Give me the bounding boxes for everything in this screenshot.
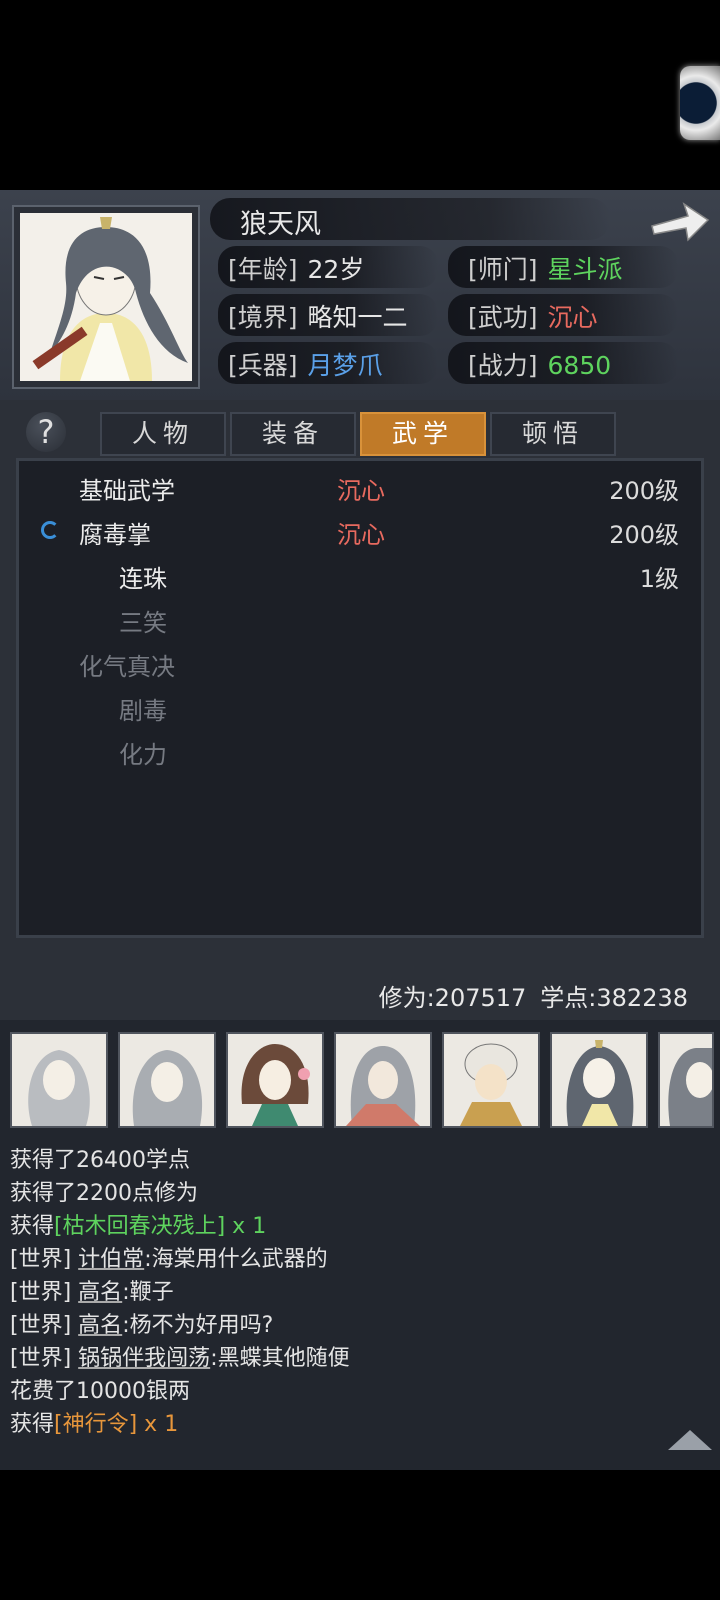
martial-field: [武功] 沉心: [468, 298, 598, 334]
chat-line: [世界] 高名:杨不为好用吗?: [10, 1307, 273, 1339]
skill-row[interactable]: 腐毒掌 沉心 200级: [19, 511, 701, 551]
sect-label: [师门]: [468, 255, 538, 284]
martial-label: [武功]: [468, 303, 538, 332]
log-line: 花费了10000银两: [10, 1379, 190, 1404]
power-field: [战力] 6850: [468, 346, 611, 382]
skill-row[interactable]: 连珠 1级: [19, 555, 701, 595]
channel-tag: [世界]: [10, 1247, 72, 1272]
tab-equipment[interactable]: 装备: [230, 412, 356, 456]
skill-name: 腐毒掌: [79, 521, 151, 549]
skill-style: 沉心: [337, 521, 385, 549]
character-name: 狼天风: [240, 209, 321, 240]
skill-points-value: 学点:382238: [540, 984, 688, 1012]
chat-area: 获得了26400学点 获得了2200点修为 获得[枯木回春决残上] x 1 [世…: [0, 1020, 720, 1470]
log-line: 获得了2200点修为: [10, 1181, 198, 1206]
companion-avatar[interactable]: [658, 1032, 714, 1128]
channel-tag: [世界]: [10, 1280, 72, 1305]
log-line: 获得了26400学点: [10, 1148, 190, 1173]
realm-field: [境界] 略知一二: [228, 298, 408, 334]
player-name[interactable]: 高名: [78, 1313, 122, 1338]
skill-list: 基础武学 沉心 200级 腐毒掌 沉心 200级 连珠 1级 三笑 化气真决 剧…: [16, 458, 704, 938]
log-line: 获得[枯木回春决残上] x 1: [10, 1208, 266, 1240]
skill-row[interactable]: 化力: [19, 731, 701, 771]
skill-level: 1级: [639, 565, 679, 593]
character-header: 狼天风 [年龄] 22岁 [师门] 星斗派 [境界] 略知一二 [武功] 沉心 [兵器]…: [0, 190, 720, 400]
age-value: 22岁: [307, 255, 365, 284]
item-quantity: x 1: [137, 1412, 179, 1437]
skill-style: 沉心: [337, 477, 385, 505]
skill-name: 基础武学: [79, 477, 175, 505]
sect-value[interactable]: 星斗派: [548, 255, 623, 284]
skill-row[interactable]: 剧毒: [19, 687, 701, 727]
realm-label: [境界]: [228, 303, 298, 332]
player-name[interactable]: 计伯常: [78, 1247, 144, 1272]
next-arrow-icon[interactable]: [648, 200, 710, 244]
item-link[interactable]: [枯木回春决残上]: [54, 1214, 225, 1239]
log-text: 获得: [10, 1214, 55, 1239]
skill-row[interactable]: 化气真决: [19, 643, 701, 683]
tab-enlightenment[interactable]: 顿悟: [490, 412, 616, 456]
scroll-up-icon[interactable]: [668, 1430, 712, 1450]
companion-avatar[interactable]: [442, 1032, 540, 1128]
age-label: [年龄]: [228, 255, 298, 284]
skill-name: 连珠: [119, 565, 167, 593]
skill-level: 200级: [609, 521, 679, 549]
age-field: [年龄] 22岁: [228, 250, 364, 286]
chat-line: [世界] 高名:鞭子: [10, 1274, 174, 1306]
weapon-value[interactable]: 月梦爪: [308, 351, 383, 380]
skill-name: 化力: [119, 741, 167, 769]
skill-name: 化气真决: [79, 653, 175, 681]
sect-field: [师门] 星斗派: [468, 250, 623, 286]
chat-message: :杨不为好用吗?: [122, 1313, 274, 1338]
character-portrait: [20, 213, 192, 381]
companion-avatar[interactable]: [334, 1032, 432, 1128]
channel-tag: [世界]: [10, 1313, 72, 1338]
cultivation-value: 修为:207517: [378, 984, 527, 1012]
power-value: 6850: [547, 351, 612, 380]
companion-avatar[interactable]: [118, 1032, 216, 1128]
skill-name: 三笑: [119, 609, 167, 637]
corner-menu-widget[interactable]: [680, 66, 720, 140]
skill-name: 剧毒: [119, 697, 167, 725]
companion-avatar[interactable]: [226, 1032, 324, 1128]
tab-martial-arts[interactable]: 武学: [360, 412, 486, 456]
log-line: 获得[神行令] x 1: [10, 1406, 178, 1438]
skill-panel-area: ? 人物 装备 武学 顿悟 基础武学 沉心 200级 腐毒掌 沉心 200级 连…: [0, 400, 720, 1020]
player-name[interactable]: 高名: [78, 1280, 122, 1305]
channel-tag: [世界]: [10, 1346, 72, 1371]
player-name[interactable]: 锅锅伴我闯荡: [78, 1346, 210, 1371]
loading-icon: [41, 521, 59, 539]
companion-avatar[interactable]: [10, 1032, 108, 1128]
chat-line: [世界] 锅锅伴我闯荡:黑蝶其他随便: [10, 1340, 350, 1372]
log-text: 获得: [10, 1412, 55, 1437]
power-label: [战力]: [468, 351, 538, 380]
companion-avatar[interactable]: [550, 1032, 648, 1128]
skill-level: 200级: [609, 477, 679, 505]
realm-value: 略知一二: [307, 303, 408, 332]
chat-message: :黑蝶其他随便: [210, 1346, 350, 1371]
weapon-field: [兵器] 月梦爪: [228, 346, 383, 382]
chat-message: :海棠用什么武器的: [144, 1247, 328, 1272]
chat-message: :鞭子: [122, 1280, 174, 1305]
skill-row[interactable]: 三笑: [19, 599, 701, 639]
item-quantity: x 1: [225, 1214, 267, 1239]
help-icon[interactable]: ?: [26, 412, 66, 452]
tab-character[interactable]: 人物: [100, 412, 226, 456]
portrait-frame: [12, 205, 200, 389]
chat-line: [世界] 计伯常:海棠用什么武器的: [10, 1241, 328, 1273]
weapon-label: [兵器]: [228, 351, 298, 380]
skill-row[interactable]: 基础武学 沉心 200级: [19, 467, 701, 507]
item-link[interactable]: [神行令]: [54, 1412, 137, 1437]
cultivation-stats: 修为:207517 学点:382238: [379, 978, 688, 1013]
martial-value[interactable]: 沉心: [548, 303, 598, 332]
